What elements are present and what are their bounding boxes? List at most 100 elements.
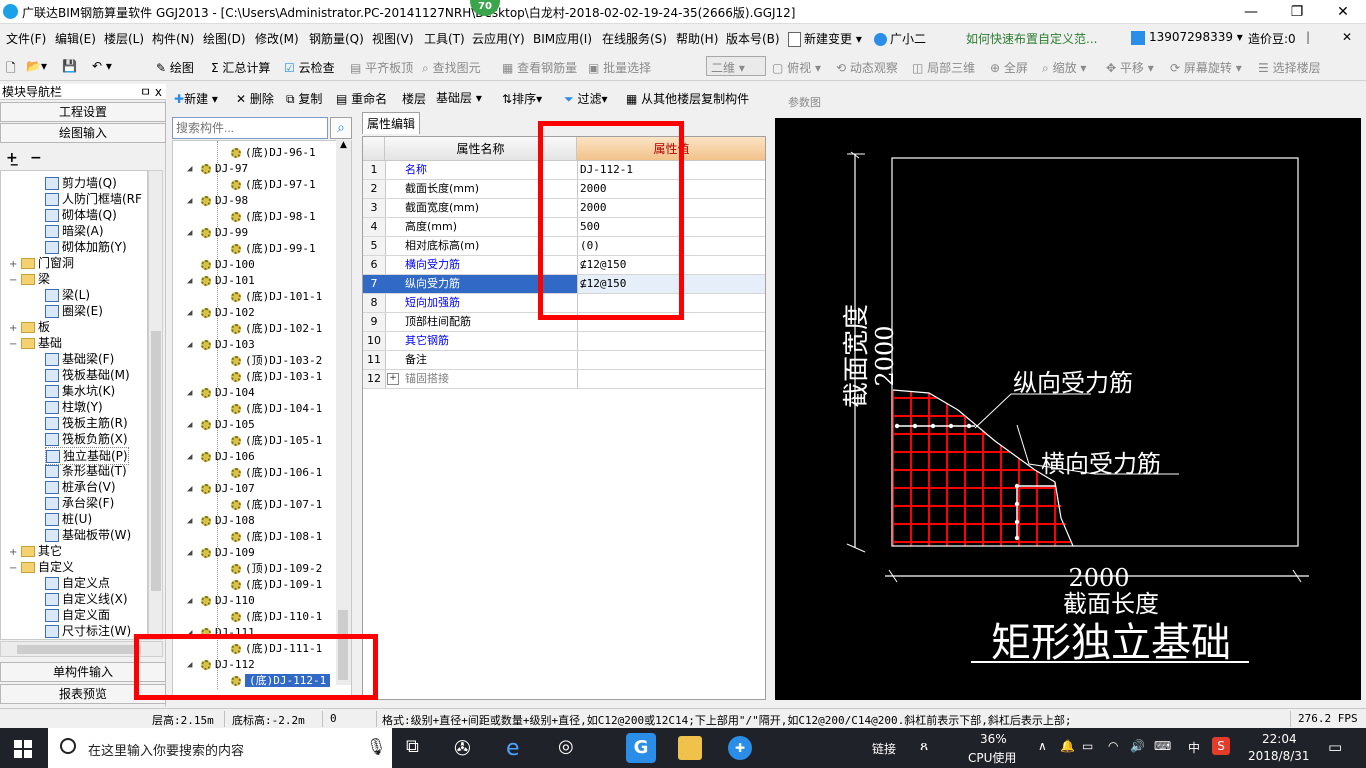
- component-instance-item[interactable]: (底)DJ-104-1: [231, 401, 322, 417]
- sort-button[interactable]: ⇅排序▾: [502, 90, 542, 107]
- menu-modify[interactable]: 修改(M): [255, 30, 299, 47]
- component-instance-item[interactable]: (底)DJ-107-1: [231, 497, 322, 513]
- zoom-button[interactable]: ⌕ 缩放 ▾: [1042, 59, 1086, 76]
- nav-tree-item[interactable]: 基础梁(F): [45, 351, 114, 367]
- taskbar-search-box[interactable]: 在这里输入你要搜索的内容 🎙: [48, 728, 392, 768]
- property-value[interactable]: [577, 351, 765, 369]
- help-link[interactable]: 如何快速布置自定义范...: [966, 30, 1097, 47]
- nav-tree-item[interactable]: 桩(U): [45, 511, 92, 527]
- find-element-button[interactable]: ⌕ 查找图元: [422, 59, 481, 76]
- collapse-icon[interactable]: ◢: [187, 225, 192, 241]
- nav-tree-item[interactable]: 人防门框墙(RF: [45, 191, 142, 207]
- collapse-icon[interactable]: ◢: [187, 593, 192, 609]
- component-group-item[interactable]: ◢ DJ-101: [187, 273, 255, 289]
- close-button[interactable]: ✕: [1320, 0, 1366, 24]
- menu-draw[interactable]: 绘图(D): [203, 30, 246, 47]
- component-group-item[interactable]: ◢ DJ-108: [187, 513, 255, 529]
- draw-button[interactable]: ✎ 绘图: [156, 59, 194, 76]
- menu-rebar-quantity[interactable]: 钢筋量(Q): [309, 30, 364, 47]
- notification-center-icon[interactable]: ▭: [1328, 738, 1342, 756]
- nav-tree-item[interactable]: 柱墩(Y): [45, 399, 103, 415]
- tree-expander-icon[interactable]: −: [9, 337, 21, 353]
- top-view-button[interactable]: ▢ 俯视 ▾: [772, 59, 821, 76]
- nav-tree-item[interactable]: + 板: [9, 319, 50, 335]
- collapse-icon[interactable]: ◢: [187, 545, 192, 561]
- nav-tree-item[interactable]: 条形基础(T): [45, 463, 127, 479]
- component-group-item[interactable]: ◢ DJ-106: [187, 449, 255, 465]
- edge-browser-icon[interactable]: e: [506, 736, 530, 761]
- component-instance-item[interactable]: (顶)DJ-109-2: [231, 561, 322, 577]
- local-3d-button[interactable]: ◫ 局部三维: [912, 59, 975, 76]
- component-group-item[interactable]: ◢ DJ-107: [187, 481, 255, 497]
- view-mode-select[interactable]: 二维 ▾: [706, 56, 766, 76]
- minimize-button[interactable]: —: [1228, 0, 1274, 24]
- search-icon[interactable]: ⌕: [330, 117, 352, 139]
- collapse-all-icon[interactable]: −: [30, 150, 42, 166]
- menu-version[interactable]: 版本号(B): [726, 30, 780, 47]
- restore-button[interactable]: ❐: [1274, 0, 1320, 24]
- full-screen-button[interactable]: ⊕ 全屏: [990, 59, 1028, 76]
- nav-tree-item[interactable]: 承台梁(F): [45, 495, 114, 511]
- notes-app-icon[interactable]: [678, 736, 702, 760]
- property-row[interactable]: 10 其它钢筋: [363, 332, 765, 351]
- rename-button[interactable]: ▤ 重命名: [336, 90, 387, 107]
- menu-help[interactable]: 帮助(H): [676, 30, 718, 47]
- nav-tree-item[interactable]: − 基础: [9, 335, 62, 351]
- nav-tree-item[interactable]: 基础板带(W): [45, 527, 131, 543]
- component-group-item[interactable]: DJ-100: [201, 257, 255, 273]
- collapse-icon[interactable]: ◢: [187, 273, 192, 289]
- scroll-up-icon[interactable]: ▲: [337, 140, 350, 154]
- component-instance-item[interactable]: (底)DJ-109-1: [231, 577, 322, 593]
- component-instance-item[interactable]: (底)DJ-105-1: [231, 433, 322, 449]
- wifi-icon[interactable]: ◠: [1108, 739, 1118, 753]
- new-change-button[interactable]: 新建变更 ▾: [788, 30, 862, 47]
- nav-tree-item[interactable]: 剪力墙(Q): [45, 175, 117, 191]
- people-icon[interactable]: ጸ: [920, 738, 928, 754]
- expand-plus-icon[interactable]: +: [387, 373, 399, 385]
- collapse-icon[interactable]: ◢: [187, 385, 192, 401]
- property-row[interactable]: 11 备注: [363, 351, 765, 370]
- nav-tree-item[interactable]: 筏板负筋(X): [45, 431, 128, 447]
- nav-tree-item[interactable]: 自定义面: [45, 607, 110, 623]
- pin-close-icon[interactable]: ㅁ x: [140, 84, 162, 100]
- component-group-item[interactable]: ◢ DJ-104: [187, 385, 255, 401]
- nav-tree-item[interactable]: 梁(L): [45, 287, 90, 303]
- component-instance-item[interactable]: (底)DJ-103-1: [231, 369, 322, 385]
- nav-tree-item[interactable]: + 门窗洞: [9, 255, 74, 271]
- component-search-input[interactable]: [172, 117, 328, 139]
- collapse-icon[interactable]: ◢: [187, 513, 192, 529]
- component-instance-item[interactable]: (顶)DJ-103-2: [231, 353, 322, 369]
- component-tree-scrollbar[interactable]: ▲: [336, 140, 351, 685]
- nav-tree-item[interactable]: − 梁: [9, 271, 50, 287]
- menu-file[interactable]: 文件(F): [6, 30, 46, 47]
- flat-board-top-button[interactable]: ▤ 平齐板顶: [350, 59, 413, 76]
- component-instance-item[interactable]: (底)DJ-96-1: [231, 145, 316, 161]
- collapse-icon[interactable]: ◢: [187, 305, 192, 321]
- batch-select-button[interactable]: ▣ 批量选择: [588, 59, 651, 76]
- nav-hscroll-thumb[interactable]: [17, 645, 141, 654]
- collapse-icon[interactable]: ◢: [187, 161, 192, 177]
- undo-icon[interactable]: ↶ ▾: [92, 59, 112, 73]
- component-group-item[interactable]: ◢ DJ-98: [187, 193, 248, 209]
- component-instance-item[interactable]: (底)DJ-99-1: [231, 241, 316, 257]
- property-value[interactable]: [577, 370, 765, 388]
- component-instance-item[interactable]: (底)DJ-98-1: [231, 209, 316, 225]
- ggj-app-icon[interactable]: ✚: [728, 736, 752, 760]
- rotate-button[interactable]: ⟳ 屏幕旋转 ▾: [1170, 59, 1242, 76]
- component-instance-item[interactable]: (底)DJ-106-1: [231, 465, 322, 481]
- component-group-item[interactable]: ◢ DJ-97: [187, 161, 248, 177]
- collapse-icon[interactable]: ◢: [187, 449, 192, 465]
- component-group-item[interactable]: ◢ DJ-105: [187, 417, 255, 433]
- dynamic-view-button[interactable]: ⟲ 动态观察: [836, 59, 898, 76]
- nav-tree-item[interactable]: 自定义线(X): [45, 591, 128, 607]
- property-row[interactable]: 12 + 锚固搭接: [363, 370, 765, 389]
- component-instance-item[interactable]: (底)DJ-108-1: [231, 529, 322, 545]
- menu-close-icon[interactable]: ✕: [1342, 30, 1352, 44]
- menu-bim[interactable]: BIM应用(I): [533, 30, 592, 47]
- delete-button[interactable]: ✕ 删除: [236, 90, 274, 107]
- nav-tree-item[interactable]: 筏板基础(M): [45, 367, 130, 383]
- microphone-icon[interactable]: 🎙: [366, 737, 386, 756]
- menu-view[interactable]: 视图(V): [372, 30, 414, 47]
- view-rebar-button[interactable]: ▦ 查看钢筋量: [502, 59, 577, 76]
- ime-indicator[interactable]: 中: [1188, 739, 1200, 756]
